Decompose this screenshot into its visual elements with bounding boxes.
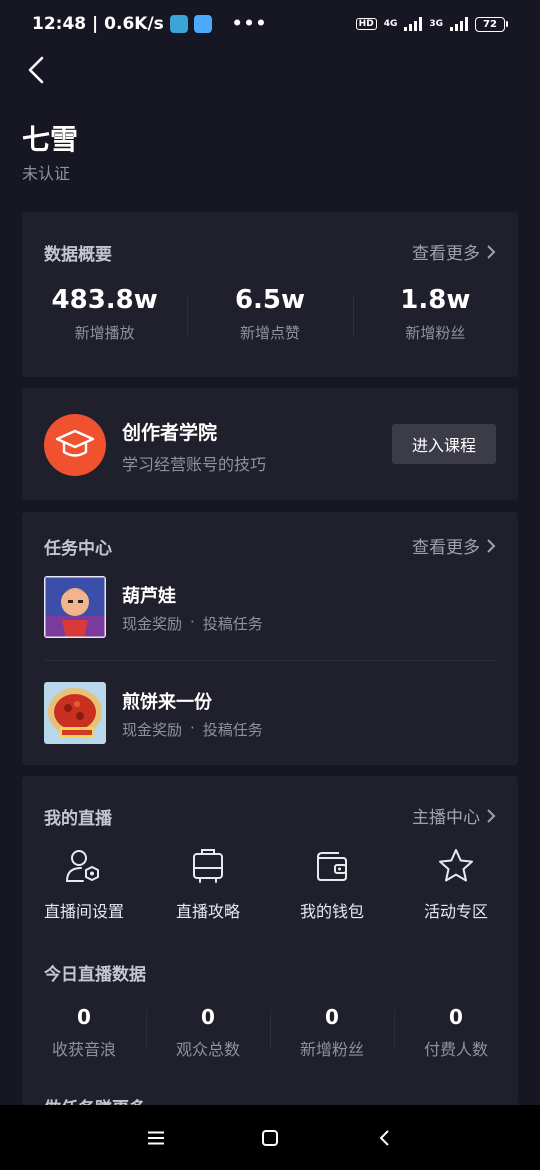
user-settings-icon <box>64 846 104 886</box>
network-3g-label: 3G <box>429 19 443 29</box>
back-button[interactable] <box>18 52 54 88</box>
status-time: 12:48 | 0.6K/s <box>32 14 164 34</box>
more-link-label: 查看更多 <box>412 244 480 264</box>
message-notification-icon <box>193 15 212 33</box>
battery-icon: 72 <box>475 16 508 32</box>
tool-label: 我的钱包 <box>299 902 364 921</box>
stat-total-viewers[interactable]: 0 观众总数 <box>146 1004 270 1060</box>
tool-label: 直播攻略 <box>175 902 240 921</box>
data-overview-card: 数据概要 查看更多 483.8w 新增播放 6.5w 新增点赞 1.8w 新增粉… <box>22 212 518 377</box>
activity-zone-button[interactable]: 活动专区 <box>394 846 518 922</box>
chevron-right-icon <box>487 244 496 259</box>
task-center-title: 任务中心 <box>44 539 112 559</box>
stat-value: 1.8w <box>400 285 471 315</box>
wallet-icon <box>312 846 352 886</box>
task-name: 煎饼来一份 <box>122 692 212 713</box>
more-link-label: 查看更多 <box>412 538 480 558</box>
live-stat-label: 付费人数 <box>423 1040 488 1059</box>
menu-icon <box>148 1131 164 1144</box>
system-back-button[interactable] <box>371 1125 397 1151</box>
task-center-more-link[interactable]: 查看更多 <box>412 533 496 558</box>
live-stat-label: 观众总数 <box>175 1040 240 1059</box>
more-link-label: 主播中心 <box>412 808 480 828</box>
live-tools: 直播间设置 直播攻略 我的钱包 活动专区 <box>22 846 518 922</box>
live-stat-label: 收获音浪 <box>51 1040 116 1059</box>
task-center-card: 任务中心 查看更多 葫芦娃 现金奖励 · 投稿任务 煎饼来一份 现金奖励 · 投… <box>22 512 518 765</box>
live-stat-value: 0 <box>449 1005 463 1029</box>
academy-title: 创作者学院 <box>122 422 218 444</box>
live-stat-value: 0 <box>325 1005 339 1029</box>
creator-academy-card[interactable]: 创作者学院 学习经营账号的技巧 进入课程 <box>22 388 518 500</box>
task-thumbnail <box>44 576 106 638</box>
stat-value: 483.8w <box>51 285 158 315</box>
chevron-right-icon <box>487 538 496 553</box>
task-item[interactable]: 煎饼来一份 现金奖励 · 投稿任务 <box>44 682 496 744</box>
live-room-settings-button[interactable]: 直播间设置 <box>22 846 146 922</box>
page: 12:48 | 0.6K/s ••• HD 4G 3G 72 七雪 未认证 数据… <box>0 0 540 1170</box>
stat-value: 6.5w <box>234 285 306 315</box>
task-divider <box>44 660 496 661</box>
task-type: 投稿任务 <box>202 615 263 633</box>
task-meta: 现金奖励 · 投稿任务 <box>122 719 263 740</box>
tool-label: 直播间设置 <box>43 902 124 921</box>
stat-label: 新增点赞 <box>239 324 300 342</box>
app-notification-icon <box>169 15 188 33</box>
my-live-card: 我的直播 主播中心 直播间设置 直播攻略 我的钱包 活动专区 今日直播数据 0 … <box>22 776 518 1105</box>
earn-more-title: 做任务赚更多 <box>44 1094 146 1105</box>
task-meta-separator: · <box>190 613 195 631</box>
user-name: 七雪 <box>22 123 79 156</box>
chevron-right-icon <box>487 808 496 823</box>
live-stat-label: 新增粉丝 <box>299 1040 364 1059</box>
system-nav-bar <box>0 1105 540 1170</box>
more-notifications-icon: ••• <box>231 14 268 34</box>
my-live-title: 我的直播 <box>44 809 112 829</box>
academy-subtitle: 学习经营账号的技巧 <box>122 455 267 474</box>
live-stat-value: 0 <box>201 1005 215 1029</box>
stat-new-fans[interactable]: 1.8w 新增粉丝 <box>352 284 518 350</box>
stat-new-likes[interactable]: 6.5w 新增点赞 <box>187 284 352 350</box>
graduation-cap-icon <box>44 414 106 476</box>
verification-status: 未认证 <box>22 164 71 183</box>
task-reward: 现金奖励 <box>122 721 183 739</box>
stat-new-fans[interactable]: 0 新增粉丝 <box>270 1004 394 1060</box>
today-live-data-title: 今日直播数据 <box>44 965 146 985</box>
task-reward: 现金奖励 <box>122 615 183 633</box>
stat-sound-waves[interactable]: 0 收获音浪 <box>22 1004 146 1060</box>
enter-course-button[interactable]: 进入课程 <box>392 424 496 464</box>
hd-icon: HD <box>355 18 377 30</box>
tool-label: 活动专区 <box>423 902 488 921</box>
task-type: 投稿任务 <box>202 721 263 739</box>
live-guide-button[interactable]: 直播攻略 <box>146 846 270 922</box>
status-bar: 12:48 | 0.6K/s ••• HD 4G 3G 72 <box>0 0 540 48</box>
battery-level: 72 <box>475 16 505 32</box>
data-overview-stats: 483.8w 新增播放 6.5w 新增点赞 1.8w 新增粉丝 <box>22 284 518 350</box>
menu-button[interactable] <box>143 1125 169 1151</box>
back-triangle-icon <box>379 1129 389 1146</box>
stat-label: 新增粉丝 <box>405 324 466 342</box>
anchor-center-link[interactable]: 主播中心 <box>412 803 496 828</box>
star-icon <box>436 846 476 886</box>
stat-label: 新增播放 <box>74 324 135 342</box>
task-name: 葫芦娃 <box>122 586 176 607</box>
task-item[interactable]: 葫芦娃 现金奖励 · 投稿任务 <box>44 576 496 638</box>
data-overview-title: 数据概要 <box>44 245 112 265</box>
suitcase-icon <box>188 846 228 886</box>
live-stat-value: 0 <box>77 1005 91 1029</box>
network-4g-label: 4G <box>383 19 398 29</box>
signal-3g-icon <box>450 17 468 31</box>
home-button[interactable] <box>257 1125 283 1151</box>
stat-new-plays[interactable]: 483.8w 新增播放 <box>22 284 187 350</box>
my-wallet-button[interactable]: 我的钱包 <box>270 846 394 922</box>
signal-4g-icon <box>404 17 423 31</box>
today-live-stats: 0 收获音浪 0 观众总数 0 新增粉丝 0 付费人数 <box>22 1004 518 1060</box>
home-square-icon <box>262 1129 278 1146</box>
task-thumbnail <box>44 682 106 744</box>
task-meta-separator: · <box>190 719 195 737</box>
data-overview-more-link[interactable]: 查看更多 <box>412 239 496 264</box>
chevron-left-icon <box>28 56 44 84</box>
stat-paying-users[interactable]: 0 付费人数 <box>394 1004 518 1060</box>
task-meta: 现金奖励 · 投稿任务 <box>122 613 263 634</box>
